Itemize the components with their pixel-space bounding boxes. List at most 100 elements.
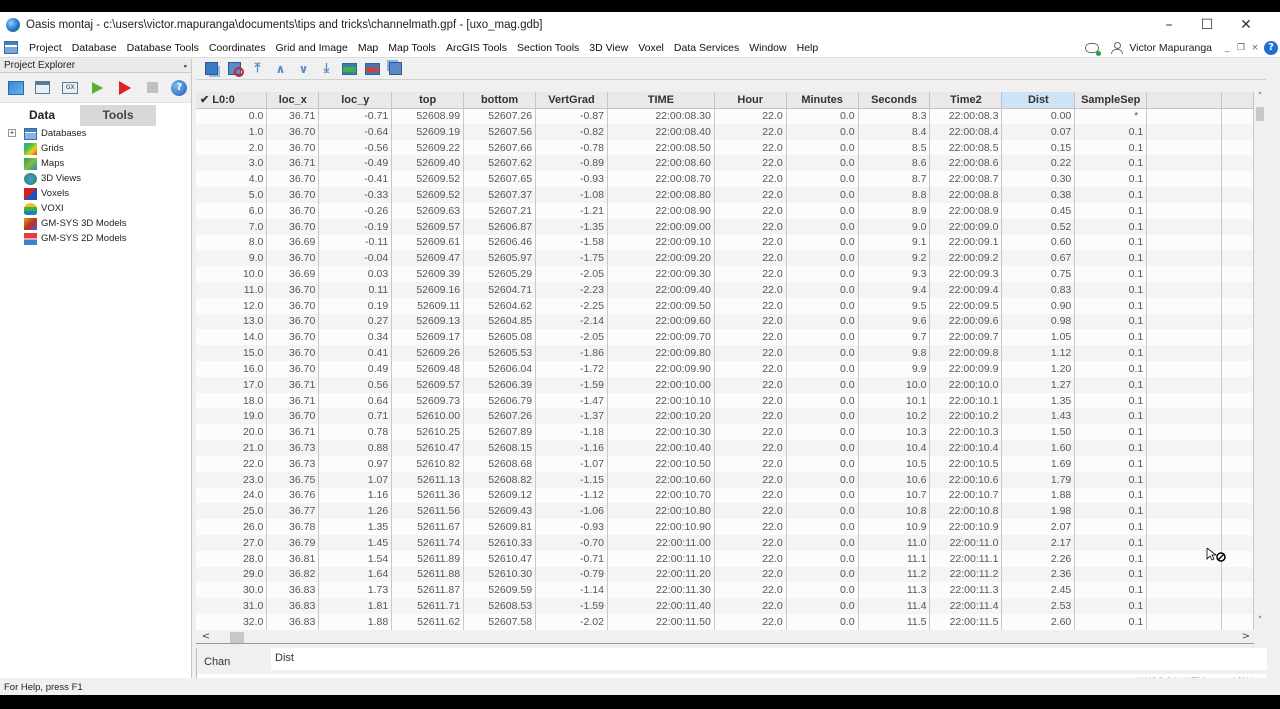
cell-hour[interactable]: 22.0 bbox=[714, 313, 787, 330]
fiducial-cell[interactable]: 2.0 bbox=[196, 139, 268, 156]
cell-loc_y[interactable]: -0.56 bbox=[318, 139, 393, 156]
cell-samplesep[interactable]: 0.1 bbox=[1074, 471, 1148, 488]
cell-dist[interactable]: 0.22 bbox=[1001, 155, 1076, 172]
cell-time2[interactable]: 22:00:09.5 bbox=[929, 297, 1003, 314]
cell-bottom[interactable]: 52610.33 bbox=[463, 534, 537, 551]
cell-dist[interactable]: 1.27 bbox=[1001, 376, 1076, 393]
cell-hour[interactable]: 22.0 bbox=[714, 345, 787, 361]
empty-cell[interactable] bbox=[1221, 234, 1254, 251]
cell-bottom[interactable]: 52605.97 bbox=[463, 250, 537, 267]
cell-dist[interactable]: 0.98 bbox=[1001, 313, 1076, 330]
cell-loc_x[interactable]: 36.73 bbox=[266, 455, 320, 472]
cell-top[interactable]: 52611.62 bbox=[391, 614, 465, 630]
cell-time2[interactable]: 22:00:11.3 bbox=[929, 582, 1003, 599]
cell-bottom[interactable]: 52608.15 bbox=[463, 440, 537, 456]
cell-top[interactable]: 52611.13 bbox=[391, 471, 465, 488]
cell-time[interactable]: 22:00:09.10 bbox=[607, 234, 715, 251]
cell-dist[interactable]: 0.83 bbox=[1001, 281, 1076, 298]
menu-project[interactable]: Project bbox=[24, 42, 67, 54]
cell-time[interactable]: 22:00:10.10 bbox=[607, 392, 715, 409]
cell-bottom[interactable]: 52607.62 bbox=[463, 155, 537, 172]
cell-dist[interactable]: 0.00 bbox=[1001, 108, 1076, 124]
cell-loc_x[interactable]: 36.82 bbox=[266, 566, 320, 583]
cell-loc_x[interactable]: 36.73 bbox=[266, 440, 320, 456]
cell-loc_x[interactable]: 36.70 bbox=[266, 202, 320, 219]
cell-time[interactable]: 22:00:08.80 bbox=[607, 187, 715, 203]
cell-hour[interactable]: 22.0 bbox=[714, 471, 787, 488]
cell-time2[interactable]: 22:00:08.6 bbox=[929, 155, 1003, 172]
cell-bottom[interactable]: 52610.30 bbox=[463, 566, 537, 583]
cell-dist[interactable]: 1.05 bbox=[1001, 329, 1076, 346]
maximize-button[interactable]: ☐ bbox=[1188, 12, 1226, 38]
cell-time2[interactable]: 22:00:10.7 bbox=[929, 487, 1003, 504]
fiducial-cell[interactable]: 21.0 bbox=[196, 440, 268, 456]
cell-minutes[interactable]: 0.0 bbox=[786, 313, 859, 330]
cell-loc_x[interactable]: 36.70 bbox=[266, 361, 320, 377]
cell-hour[interactable]: 22.0 bbox=[714, 218, 787, 235]
cell-time2[interactable]: 22:00:10.2 bbox=[929, 408, 1003, 425]
cell-loc_x[interactable]: 36.70 bbox=[266, 345, 320, 361]
cell-dist[interactable]: 2.17 bbox=[1001, 534, 1076, 551]
empty-cell[interactable] bbox=[1221, 361, 1254, 377]
column-header-samplesep[interactable]: SampleSep bbox=[1074, 92, 1148, 109]
cell-minutes[interactable]: 0.0 bbox=[786, 534, 859, 551]
cell-loc_y[interactable]: -0.41 bbox=[318, 171, 393, 188]
cell-bottom[interactable]: 52609.43 bbox=[463, 503, 537, 520]
channel-red-button[interactable] bbox=[361, 59, 384, 79]
fiducial-cell[interactable]: 18.0 bbox=[196, 392, 268, 409]
cell-hour[interactable]: 22.0 bbox=[714, 424, 787, 441]
cell-dist[interactable]: 0.07 bbox=[1001, 123, 1076, 140]
fiducial-cell[interactable]: 1.0 bbox=[196, 123, 268, 140]
cell-hour[interactable]: 22.0 bbox=[714, 187, 787, 203]
cell-minutes[interactable]: 0.0 bbox=[786, 108, 859, 124]
cell-minutes[interactable]: 0.0 bbox=[786, 471, 859, 488]
cell-seconds[interactable]: 11.3 bbox=[858, 582, 931, 599]
cell-bottom[interactable]: 52604.62 bbox=[463, 297, 537, 314]
menu-grid-and-image[interactable]: Grid and Image bbox=[270, 42, 352, 54]
cell-top[interactable]: 52609.39 bbox=[391, 266, 465, 282]
cell-time2[interactable]: 22:00:09.4 bbox=[929, 281, 1003, 298]
cell-seconds[interactable]: 8.6 bbox=[858, 155, 931, 172]
cell-samplesep[interactable]: 0.1 bbox=[1074, 582, 1148, 599]
cell-hour[interactable]: 22.0 bbox=[714, 392, 787, 409]
cell-dist[interactable]: 0.15 bbox=[1001, 139, 1076, 156]
cell-top[interactable]: 52609.26 bbox=[391, 345, 465, 361]
cell-time2[interactable]: 22:00:09.0 bbox=[929, 218, 1003, 235]
cell-bottom[interactable]: 52607.37 bbox=[463, 187, 537, 203]
cell-vertgrad[interactable]: -0.87 bbox=[535, 108, 608, 124]
cell-samplesep[interactable]: 0.1 bbox=[1074, 534, 1148, 551]
empty-cell[interactable] bbox=[1146, 455, 1222, 472]
cell-time[interactable]: 22:00:10.20 bbox=[607, 408, 715, 425]
cell-vertgrad[interactable]: -0.93 bbox=[535, 171, 608, 188]
empty-column-header-2[interactable] bbox=[1221, 92, 1254, 109]
empty-cell[interactable] bbox=[1221, 250, 1254, 267]
cell-dist[interactable]: 0.75 bbox=[1001, 266, 1076, 282]
cell-loc_x[interactable]: 36.78 bbox=[266, 519, 320, 535]
cell-vertgrad[interactable]: -1.08 bbox=[535, 187, 608, 203]
fiducial-cell[interactable]: 16.0 bbox=[196, 361, 268, 377]
empty-cell[interactable] bbox=[1221, 281, 1254, 298]
cell-top[interactable]: 52609.40 bbox=[391, 155, 465, 172]
empty-column-header-1[interactable] bbox=[1146, 92, 1222, 109]
cell-time[interactable]: 22:00:09.50 bbox=[607, 297, 715, 314]
cell-vertgrad[interactable]: -1.21 bbox=[535, 202, 608, 219]
empty-cell[interactable] bbox=[1221, 218, 1254, 235]
cell-loc_x[interactable]: 36.71 bbox=[266, 108, 320, 124]
cell-seconds[interactable]: 10.8 bbox=[858, 503, 931, 520]
cell-top[interactable]: 52609.61 bbox=[391, 234, 465, 251]
cell-hour[interactable]: 22.0 bbox=[714, 376, 787, 393]
cell-time[interactable]: 22:00:09.00 bbox=[607, 218, 715, 235]
cell-seconds[interactable]: 8.5 bbox=[858, 139, 931, 156]
menu-coordinates[interactable]: Coordinates bbox=[204, 42, 271, 54]
empty-cell[interactable] bbox=[1146, 519, 1222, 535]
cell-loc_y[interactable]: -0.71 bbox=[318, 108, 393, 124]
cell-minutes[interactable]: 0.0 bbox=[786, 234, 859, 251]
empty-cell[interactable] bbox=[1221, 187, 1254, 203]
cell-loc_y[interactable]: 0.34 bbox=[318, 329, 393, 346]
cell-time[interactable]: 22:00:09.70 bbox=[607, 329, 715, 346]
cell-loc_y[interactable]: 1.81 bbox=[318, 598, 393, 614]
cell-loc_y[interactable]: -0.04 bbox=[318, 250, 393, 267]
cell-time[interactable]: 22:00:10.70 bbox=[607, 487, 715, 504]
cell-loc_x[interactable]: 36.70 bbox=[266, 139, 320, 156]
last-line-button[interactable]: ⤓ bbox=[315, 59, 338, 79]
